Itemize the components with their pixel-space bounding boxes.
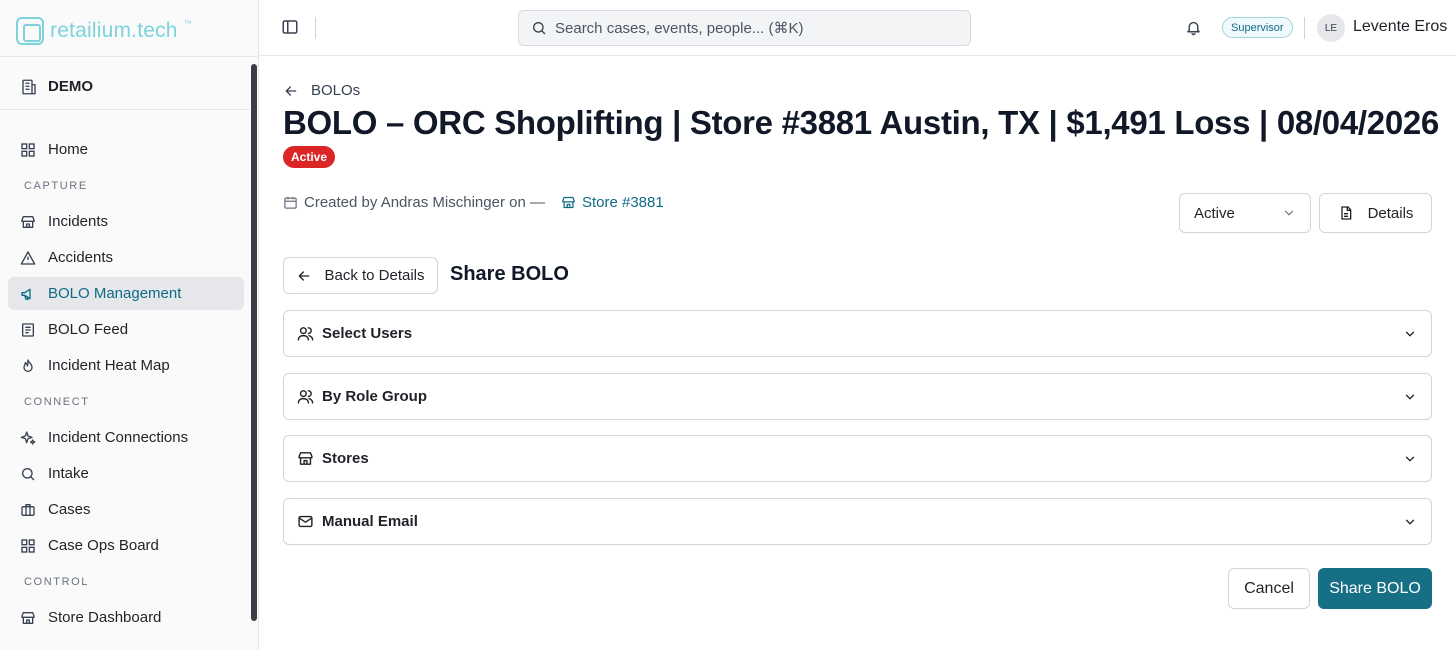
back-link-label: BOLOs — [311, 82, 361, 99]
search-icon — [533, 22, 546, 35]
back-to-details-label: Back to Details — [324, 267, 425, 284]
sidebar-item-label: Home — [48, 141, 89, 158]
sidebar-item-intake[interactable]: Intake — [8, 457, 244, 490]
board-icon — [21, 538, 35, 553]
app-root: retailium.tech ™ DEMO Home CAPTURE Incid… — [0, 0, 1456, 650]
role-badge: Supervisor — [1222, 17, 1293, 38]
briefcase-icon — [21, 503, 35, 516]
store-link-label: Store #3881 — [581, 194, 664, 211]
sidebar-item-bolo-management[interactable]: BOLO Management — [8, 277, 244, 310]
sidebar-item-label: Incident Heat Map — [48, 357, 170, 374]
divider — [0, 56, 259, 57]
chevron-down-icon — [1405, 456, 1415, 462]
logo-icon — [16, 17, 44, 45]
sidebar-item-label: BOLO Management — [48, 285, 182, 302]
store-icon — [21, 611, 35, 624]
accordion-manual-email[interactable]: Manual Email — [283, 498, 1432, 545]
store-icon — [21, 215, 35, 228]
avatar[interactable]: LE — [1317, 14, 1345, 42]
sidebar-item-label: Case Ops Board — [48, 537, 159, 554]
sidebar-item-cases[interactable]: Cases — [8, 493, 244, 526]
status-badge: Active — [283, 146, 336, 168]
back-to-details-button[interactable]: Back to Details — [283, 257, 438, 294]
sidebar-item-home[interactable]: Home — [8, 133, 244, 166]
sidebar-item-label: Intake — [48, 465, 89, 482]
search-input[interactable] — [555, 19, 955, 37]
accordion-label: Select Users — [322, 325, 413, 342]
document-icon — [1340, 206, 1351, 220]
users-icon — [297, 390, 314, 404]
sidebar-item-label: Incidents — [48, 213, 109, 230]
grid-icon — [21, 142, 35, 157]
sidebar-item-case-ops-board[interactable]: Case Ops Board — [8, 529, 244, 562]
cancel-button[interactable]: Cancel — [1228, 568, 1310, 609]
megaphone-icon — [21, 288, 31, 300]
accordion-label: By Role Group — [322, 388, 428, 405]
status-select[interactable]: Active — [1179, 193, 1311, 233]
top-bar: Supervisor LE Levente Eros — [259, 0, 1456, 56]
page-title: BOLO – ORC Shoplifting | Store #3881 Aus… — [283, 104, 1439, 141]
bell-icon[interactable] — [1185, 19, 1202, 36]
sidebar-item-accidents[interactable]: Accidents — [8, 241, 244, 274]
divider — [1304, 17, 1305, 39]
section-control: CONTROL — [24, 576, 89, 588]
sidebar-item-store-dashboard[interactable]: Store Dashboard — [8, 601, 244, 634]
created-by-text: Created by Andras Mischinger on — — [304, 194, 545, 211]
details-button[interactable]: Details — [1319, 193, 1432, 233]
sidebar-item-bolo-feed[interactable]: BOLO Feed — [8, 313, 244, 346]
mail-icon — [298, 515, 313, 528]
sidebar-item-label: Cases — [48, 501, 91, 518]
details-button-label: Details — [1367, 204, 1414, 222]
accordion-select-users[interactable]: Select Users — [283, 310, 1432, 357]
calendar-icon — [284, 196, 297, 209]
bolo-meta: Created by Andras Mischinger on — Store … — [283, 194, 664, 211]
store-icon — [562, 196, 575, 209]
tenant-label: DEMO — [48, 78, 93, 95]
chevron-down-icon — [1284, 210, 1294, 216]
users-icon — [297, 327, 314, 341]
brand-name: retailium.tech — [50, 19, 178, 42]
accordion-label: Stores — [322, 450, 369, 467]
sidebar-item-label: BOLO Feed — [48, 321, 129, 338]
sidebar-item-label: Incident Connections — [48, 429, 189, 446]
back-to-bolos-link[interactable]: BOLOs — [283, 82, 360, 99]
arrow-left-icon — [298, 270, 310, 281]
sidebar-item-incident-connections[interactable]: Incident Connections — [8, 421, 244, 454]
section-capture: CAPTURE — [24, 180, 88, 192]
warning-icon — [20, 250, 36, 265]
store-icon — [298, 452, 313, 465]
brand-trademark: ™ — [183, 19, 192, 28]
global-search[interactable] — [518, 10, 971, 46]
building-icon — [22, 79, 36, 94]
user-name[interactable]: Levente Eros — [1353, 18, 1447, 36]
search-icon — [22, 467, 35, 480]
brand-logo[interactable]: retailium.tech ™ — [16, 17, 192, 45]
arrow-left-icon — [285, 85, 297, 96]
sidebar-item-label: Accidents — [48, 249, 114, 266]
chevron-down-icon — [1405, 331, 1415, 337]
sidebar-scrollbar[interactable] — [251, 64, 257, 621]
sidebar-toggle-icon[interactable] — [281, 18, 299, 36]
share-bolo-button[interactable]: Share BOLO — [1318, 568, 1432, 609]
accordion-label: Manual Email — [322, 513, 418, 530]
section-connect: CONNECT — [24, 396, 90, 408]
tenant-switcher[interactable]: DEMO — [0, 64, 250, 110]
accordion-stores[interactable]: Stores — [283, 435, 1432, 482]
sparkles-icon — [20, 430, 36, 445]
flame-icon — [23, 358, 33, 372]
newspaper-icon — [22, 322, 34, 337]
sidebar-nav: Home CAPTURE Incidents Accidents BOLO Ma… — [8, 133, 244, 637]
divider — [315, 17, 316, 39]
sidebar-item-label: Store Dashboard — [48, 609, 162, 626]
sidebar-item-incidents[interactable]: Incidents — [8, 205, 244, 238]
chevron-down-icon — [1405, 394, 1415, 400]
store-link[interactable]: Store #3881 — [561, 194, 664, 211]
sidebar: retailium.tech ™ DEMO Home CAPTURE Incid… — [0, 0, 259, 650]
accordion-by-role-group[interactable]: By Role Group — [283, 373, 1432, 420]
sidebar-item-incident-heat-map[interactable]: Incident Heat Map — [8, 349, 244, 382]
status-select-value: Active — [1194, 204, 1235, 222]
chevron-down-icon — [1405, 519, 1415, 525]
share-title: Share BOLO — [450, 263, 569, 285]
